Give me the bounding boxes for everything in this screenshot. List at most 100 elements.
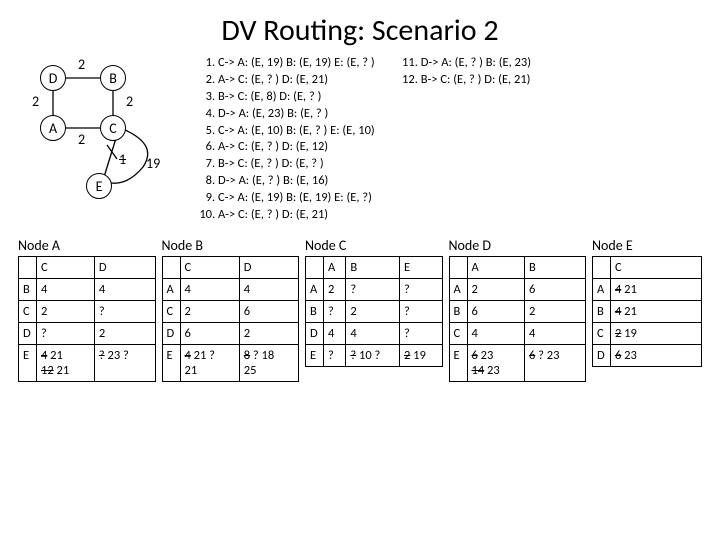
table-cell: 4 21 ?21 bbox=[180, 345, 239, 382]
table-cell: ? bbox=[399, 323, 442, 345]
table-row: A4 21 bbox=[593, 279, 702, 301]
row-header: A bbox=[306, 279, 324, 301]
table-cell: ? 23 ? bbox=[94, 345, 155, 382]
table-cell: ? 10 ? bbox=[346, 345, 400, 367]
row-header: E bbox=[19, 345, 37, 382]
table-corner bbox=[449, 257, 467, 279]
table-name: Node B bbox=[162, 237, 300, 254]
row-header: A bbox=[449, 279, 467, 301]
page-title: DV Routing: Scenario 2 bbox=[18, 12, 702, 49]
table-row: B62 bbox=[449, 301, 586, 323]
table-cell: 2 bbox=[37, 301, 95, 323]
table-cell: 6 bbox=[239, 301, 298, 323]
col-header: C bbox=[180, 257, 239, 279]
table-cell: ? bbox=[399, 279, 442, 301]
table-cell: 2 bbox=[346, 301, 400, 323]
table-block-e: Node E CA4 21B4 21C2 19D6 23 bbox=[592, 237, 702, 367]
table-block-c: Node CABEA2??B?2?D44?E?? 10 ?2 19 bbox=[305, 237, 443, 367]
table-row: C2 19 bbox=[593, 323, 702, 345]
row-header: E bbox=[306, 345, 324, 367]
network-graph: D B A C E 2 2 2 2 1 19 bbox=[18, 55, 188, 225]
table-corner bbox=[306, 257, 324, 279]
edge-da-label: 2 bbox=[32, 93, 39, 110]
table-corner bbox=[162, 257, 180, 279]
edge-ce-new-label: 19 bbox=[146, 155, 160, 172]
row-header: D bbox=[19, 323, 37, 345]
table-cell: 6 bbox=[524, 279, 585, 301]
upper-region: D B A C E 2 2 2 2 1 19 C-> A: (E, 19) B:… bbox=[18, 55, 702, 225]
col-header: B bbox=[346, 257, 400, 279]
routing-table: CDB44C2?D?2E4 2112 21? 23 ? bbox=[18, 256, 156, 382]
table-row: B?2? bbox=[306, 301, 443, 323]
table-cell: 4 bbox=[346, 323, 400, 345]
table-row: E6 2314 236 ? 23 bbox=[449, 345, 586, 382]
row-header: C bbox=[162, 301, 180, 323]
edge-ce-old-label: 1 bbox=[119, 151, 126, 168]
table-cell: 4 21 bbox=[611, 301, 702, 323]
step-item: A-> C: (E, ? ) D: (E, 12) bbox=[218, 139, 375, 156]
row-header: A bbox=[162, 279, 180, 301]
table-cell: 6 bbox=[180, 323, 239, 345]
col-header: C bbox=[611, 257, 702, 279]
table-block-d: Node DABA26B62C44E6 2314 236 ? 23 bbox=[449, 237, 587, 382]
step-item: A-> C: (E, ? ) D: (E, 21) bbox=[218, 207, 375, 224]
table-block-a: Node ACDB44C2?D?2E4 2112 21? 23 ? bbox=[18, 237, 156, 382]
table-cell: ? bbox=[346, 279, 400, 301]
step-item: C-> A: (E, 19) B: (E, 19) E: (E, ? ) bbox=[218, 55, 375, 72]
table-cell: 4 bbox=[180, 279, 239, 301]
table-row: C26 bbox=[162, 301, 299, 323]
step-item: D-> A: (E, ? ) B: (E, 23) bbox=[421, 55, 531, 72]
edge-bc-label: 2 bbox=[126, 93, 133, 110]
row-header: B bbox=[19, 279, 37, 301]
row-header: C bbox=[593, 323, 611, 345]
col-header: D bbox=[239, 257, 298, 279]
node-d: D bbox=[40, 65, 66, 91]
table-cell: 2 19 bbox=[611, 323, 702, 345]
node-b: B bbox=[100, 65, 126, 91]
edge-db-label: 2 bbox=[78, 56, 85, 73]
table-row: A2?? bbox=[306, 279, 443, 301]
table-row: A26 bbox=[449, 279, 586, 301]
edge-ac-label: 2 bbox=[78, 131, 85, 148]
col-header: A bbox=[324, 257, 346, 279]
table-cell: 4 bbox=[239, 279, 298, 301]
table-cell: 2 bbox=[239, 323, 298, 345]
table-cell: 2 bbox=[467, 279, 524, 301]
table-name: Node E bbox=[592, 237, 702, 254]
table-cell: 2 bbox=[94, 323, 155, 345]
table-corner bbox=[19, 257, 37, 279]
table-cell: 2 19 bbox=[399, 345, 442, 367]
row-header: E bbox=[162, 345, 180, 382]
table-cell: 6 bbox=[467, 301, 524, 323]
table-cell: 6 2314 23 bbox=[467, 345, 524, 382]
table-row: B4 21 bbox=[593, 301, 702, 323]
routing-table: CDA44C26D62E4 21 ?218 ? 1825 bbox=[162, 256, 300, 382]
table-row: C2? bbox=[19, 301, 156, 323]
col-header: C bbox=[37, 257, 95, 279]
table-row: A44 bbox=[162, 279, 299, 301]
update-steps: C-> A: (E, 19) B: (E, 19) E: (E, ? )A-> … bbox=[196, 55, 702, 225]
table-cell: 4 bbox=[524, 323, 585, 345]
table-cell: 8 ? 1825 bbox=[239, 345, 298, 382]
step-item: C-> A: (E, 10) B: (E, ? ) E: (E, 10) bbox=[218, 123, 375, 140]
step-item: B-> C: (E, 8) D: (E, ? ) bbox=[218, 89, 375, 106]
steps-list-right: D-> A: (E, ? ) B: (E, 23)B-> C: (E, ? ) … bbox=[399, 55, 531, 225]
node-a: A bbox=[40, 115, 66, 141]
table-cell: 4 2112 21 bbox=[37, 345, 95, 382]
node-c: C bbox=[100, 115, 126, 141]
steps-list-left: C-> A: (E, 19) B: (E, 19) E: (E, ? )A-> … bbox=[196, 55, 375, 225]
table-row: E4 21 ?218 ? 1825 bbox=[162, 345, 299, 382]
step-item: C-> A: (E, 19) B: (E, 19) E: (E, ?) bbox=[218, 190, 375, 207]
table-cell: ? bbox=[94, 301, 155, 323]
step-item: A-> C: (E, ? ) D: (E, 21) bbox=[218, 72, 375, 89]
table-cell: ? bbox=[37, 323, 95, 345]
step-item: B-> C: (E, ? ) D: (E, 21) bbox=[421, 72, 531, 89]
table-row: D?2 bbox=[19, 323, 156, 345]
node-e: E bbox=[86, 173, 112, 199]
step-item: B-> C: (E, ? ) D: (E, ? ) bbox=[218, 156, 375, 173]
routing-table: CA4 21B4 21C2 19D6 23 bbox=[592, 256, 702, 367]
table-block-b: Node BCDA44C26D62E4 21 ?218 ? 1825 bbox=[162, 237, 300, 382]
row-header: B bbox=[306, 301, 324, 323]
table-cell: 4 21 bbox=[611, 279, 702, 301]
table-cell: 2 bbox=[180, 301, 239, 323]
